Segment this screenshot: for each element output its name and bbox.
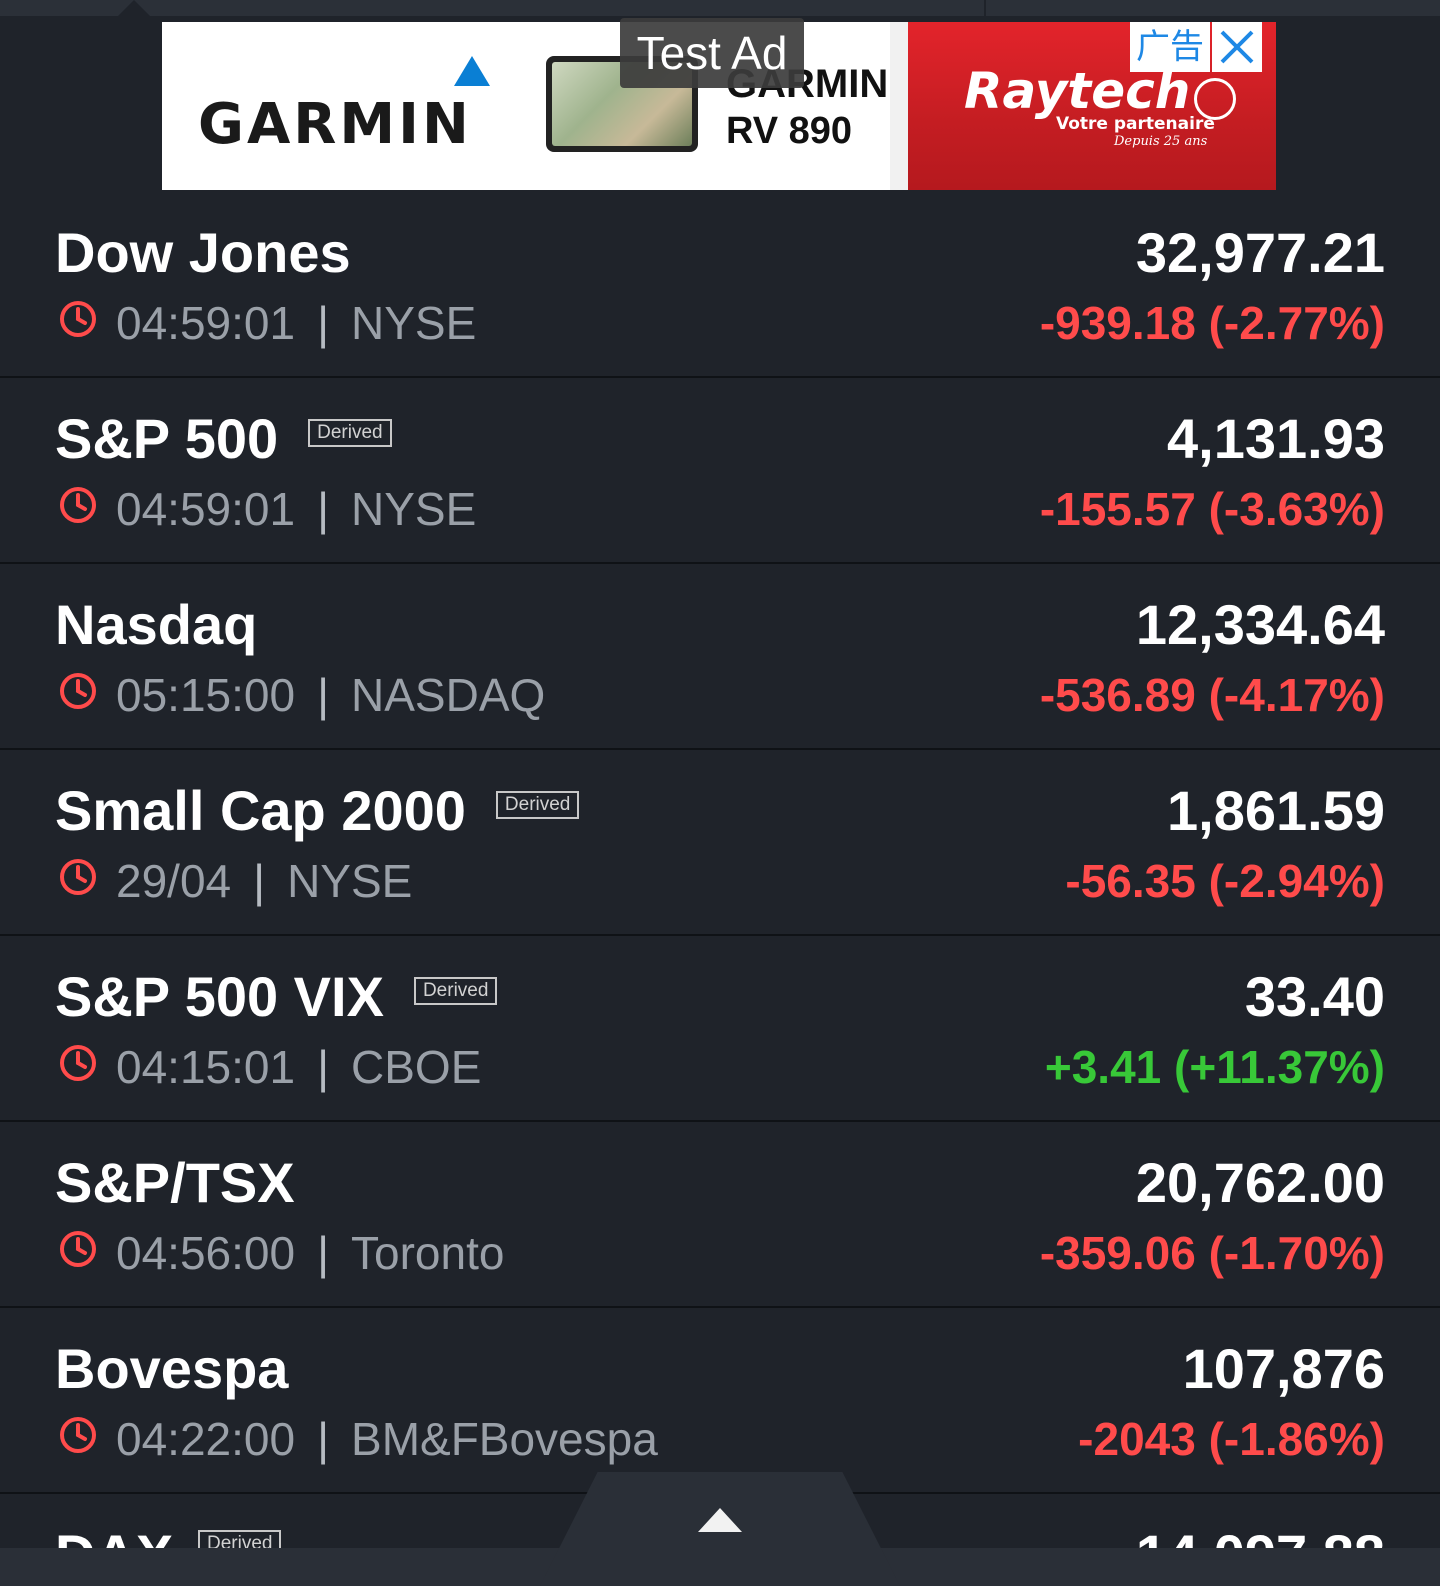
index-change: -155.57 (-3.63%) xyxy=(1039,483,1385,535)
separator: | xyxy=(253,855,266,907)
index-price: 107,876 xyxy=(1182,1337,1385,1400)
derived-badge: Derived xyxy=(198,1530,282,1548)
list-item[interactable]: Nasdaq 05:15:00 | NASDAQ 12,334.64 -536.… xyxy=(0,564,1440,750)
update-time: 04:22:00 xyxy=(116,1413,296,1465)
separator: | xyxy=(317,297,330,349)
list-item[interactable]: Small Cap 2000 Derived 29/04 | NYSE 1,86… xyxy=(0,750,1440,936)
index-change: -536.89 (-4.17%) xyxy=(1039,669,1385,721)
exchange-name: CBOE xyxy=(351,1041,482,1093)
index-name: S&P 500 xyxy=(55,407,279,470)
derived-badge: Derived xyxy=(308,418,392,447)
list-item[interactable]: S&P 500 Derived 04:59:01 | NYSE 4,131.93… xyxy=(0,378,1440,564)
index-change: -359.06 (-1.70%) xyxy=(1039,1227,1385,1279)
index-change: -939.18 (-2.77%) xyxy=(1039,297,1385,349)
clock-icon xyxy=(58,1412,116,1466)
close-icon[interactable] xyxy=(1212,22,1262,72)
index-name: DAX xyxy=(55,1522,173,1548)
index-name: Nasdaq xyxy=(55,593,258,656)
exchange-name: NASDAQ xyxy=(351,669,546,721)
index-name: S&P 500 VIX xyxy=(55,965,384,1028)
list-item[interactable]: Bovespa 04:22:00 | BM&FBovespa 107,876 -… xyxy=(0,1308,1440,1494)
index-price: 20,762.00 xyxy=(1135,1151,1385,1214)
ad-brand: GARMIN xyxy=(198,92,472,157)
exchange-name: NYSE xyxy=(351,483,477,535)
update-time: 29/04 xyxy=(116,855,232,907)
index-price: 12,334.64 xyxy=(1135,593,1385,656)
separator: | xyxy=(317,1041,330,1093)
exchange-name: Toronto xyxy=(351,1227,505,1279)
derived-badge: Derived xyxy=(413,976,498,1005)
exchange-name: NYSE xyxy=(351,297,477,349)
index-price: 33.40 xyxy=(1244,965,1385,1028)
separator: | xyxy=(317,1227,330,1279)
tab-divider xyxy=(984,0,986,16)
clock-icon xyxy=(58,854,116,908)
list-item[interactable]: S&P/TSX 04:56:00 | Toronto 20,762.00 -35… xyxy=(0,1122,1440,1308)
chevron-up-icon[interactable] xyxy=(698,1508,742,1532)
ad-divider xyxy=(890,22,908,190)
index-name: Small Cap 2000 xyxy=(55,779,466,842)
update-time: 04:59:01 xyxy=(116,297,296,349)
index-name: Bovespa xyxy=(55,1337,289,1400)
clock-icon xyxy=(58,1040,116,1094)
clock-icon xyxy=(58,296,116,350)
index-change: -56.35 (-2.94%) xyxy=(1065,855,1385,907)
index-name: S&P/TSX xyxy=(55,1151,295,1214)
derived-badge: Derived xyxy=(495,790,580,819)
update-time: 05:15:00 xyxy=(116,669,296,721)
top-tab-bar xyxy=(0,0,1440,16)
ad-sponsor-since: Depuis 25 ans xyxy=(1114,134,1208,149)
test-ad-label: Test Ad xyxy=(620,18,804,88)
index-change: +3.41 (+11.37%) xyxy=(1044,1041,1385,1093)
index-list: Dow Jones 04:59:01 | NYSE 32,977.21 -939… xyxy=(0,192,1440,1494)
separator: | xyxy=(317,483,330,535)
list-item[interactable]: Dow Jones 04:59:01 | NYSE 32,977.21 -939… xyxy=(0,192,1440,378)
index-price: 32,977.21 xyxy=(1135,221,1385,284)
index-change: -2043 (-1.86%) xyxy=(1078,1413,1385,1465)
exchange-name: NYSE xyxy=(287,855,413,907)
update-time: 04:56:00 xyxy=(116,1227,296,1279)
tab-indicator xyxy=(118,0,150,16)
separator: | xyxy=(317,1413,330,1465)
ad-sponsor-tagline: Votre partenaire xyxy=(1056,114,1215,134)
exchange-name: BM&FBovespa xyxy=(351,1413,658,1465)
index-name: Dow Jones xyxy=(55,221,351,284)
update-time: 04:59:01 xyxy=(116,483,296,535)
list-item[interactable]: S&P 500 VIX Derived 04:15:01 | CBOE 33.4… xyxy=(0,936,1440,1122)
ad-marker[interactable]: 广告 xyxy=(1130,22,1210,72)
ad-product-line2: RV 890 xyxy=(726,110,853,152)
garmin-triangle-icon xyxy=(454,56,490,86)
clock-icon xyxy=(58,668,116,722)
update-time: 04:15:01 xyxy=(116,1041,296,1093)
clock-icon xyxy=(58,482,116,536)
index-price: 4,131.93 xyxy=(1167,407,1385,470)
index-price: 14,097.88 xyxy=(1136,1522,1385,1548)
index-price: 1,861.59 xyxy=(1167,779,1385,842)
clock-icon xyxy=(58,1226,116,1280)
separator: | xyxy=(317,669,330,721)
